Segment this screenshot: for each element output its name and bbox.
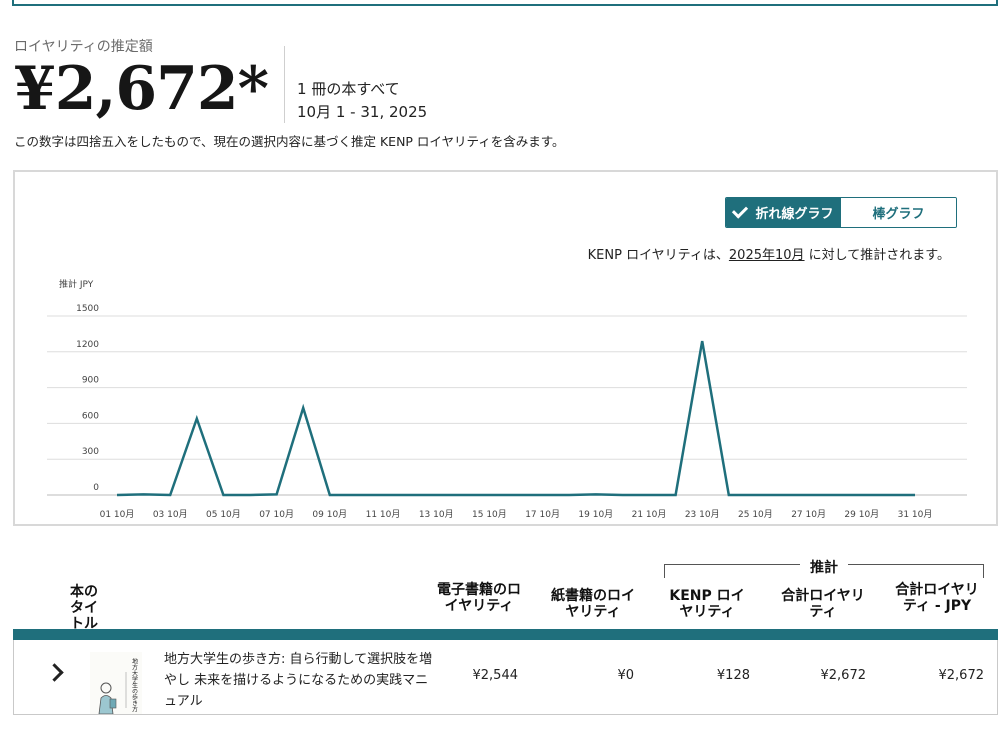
x-tick-label: 09 10月 <box>312 509 347 520</box>
x-tick-label: 07 10月 <box>259 509 294 520</box>
x-tick-label: 21 10月 <box>632 509 667 520</box>
bar-chart-label: 棒グラフ <box>872 207 925 222</box>
total-royalty-value: ¥2,672 <box>820 668 867 683</box>
x-tick-label: 11 10月 <box>366 509 401 520</box>
x-tick-label: 29 10月 <box>844 509 879 520</box>
y-tick-label: 300 <box>82 447 99 457</box>
x-tick-label: 15 10月 <box>472 509 507 520</box>
kenp-estimate-note: KENP ロイヤリティは、2025年10月 に対して推計されます。 <box>588 244 950 263</box>
col-header-title[interactable]: 本のタイトル <box>66 584 102 632</box>
total-royalty-jpy-value: ¥2,672 <box>938 668 985 683</box>
x-tick-label: 17 10月 <box>525 509 560 520</box>
x-tick-label: 03 10月 <box>153 509 188 520</box>
table-row[interactable]: 地方大学生の歩き方 地方大学生の歩き方: 自ら行動して選択肢を増やし 未来を描け… <box>13 640 998 715</box>
col-header-kenp[interactable]: KENP ロイヤリティ <box>664 588 750 620</box>
chevron-right-icon[interactable] <box>45 663 64 682</box>
y-tick-label: 0 <box>93 483 99 493</box>
chart-card: 推計 JPY 0 300 600 900 1200 1500 01 10月 03 10月 05 1… <box>13 170 998 526</box>
bar-chart-button[interactable]: 棒グラフ <box>841 198 956 227</box>
kenp-month-link[interactable]: 2025年10月 <box>729 248 805 263</box>
y-axis-label: 推計 JPY <box>59 278 94 290</box>
paper-royalty-value: ¥0 <box>617 668 634 683</box>
chart-type-toggle: 折れ線グラフ 棒グラフ <box>725 197 957 228</box>
col-header-total-jpy[interactable]: 合計ロイヤリティ - JPY <box>894 582 980 614</box>
table-header-bar <box>13 629 998 640</box>
col-header-paper[interactable]: 紙書籍のロイヤリティ <box>550 588 636 620</box>
col-header-total[interactable]: 合計ロイヤリティ <box>780 588 866 620</box>
ebook-royalty-value: ¥2,544 <box>472 668 519 683</box>
kenp-note-suffix: に対して推計されます。 <box>804 248 950 263</box>
col-header-ebook[interactable]: 電子書籍のロイヤリティ <box>436 582 522 614</box>
x-tick-label: 13 10月 <box>419 509 454 520</box>
line-chart-button[interactable]: 折れ線グラフ <box>726 198 841 227</box>
y-tick-label: 1500 <box>76 304 99 314</box>
summary-divider <box>284 46 286 123</box>
top-panel-frame <box>12 0 998 6</box>
summary-scope: 1 冊の本すべて 10月 1 - 31, 2025 <box>297 78 427 124</box>
y-tick-label: 900 <box>82 376 99 386</box>
x-tick-label: 01 10月 <box>100 509 135 520</box>
series-line <box>116 340 915 497</box>
royalty-amount-row: ¥2,672* 1 冊の本すべて 10月 1 - 31, 2025 <box>14 46 427 126</box>
x-tick-label: 23 10月 <box>685 509 720 520</box>
book-count: 1 冊の本すべて <box>297 80 400 98</box>
x-tick-label: 31 10月 <box>898 509 933 520</box>
x-tick-label: 25 10月 <box>738 509 773 520</box>
date-range: 10月 1 - 31, 2025 <box>297 103 428 121</box>
kenp-royalty-value: ¥128 <box>716 668 750 683</box>
y-tick-label: 1200 <box>76 340 99 350</box>
book-cover-illustration-icon: 地方大学生の歩き方 <box>90 652 142 714</box>
x-tick-label: 05 10月 <box>206 509 241 520</box>
rounding-note: この数字は四捨五入をしたもので、現在の選択内容に基づく推定 KENP ロイヤリテ… <box>14 134 565 149</box>
book-cover: 地方大学生の歩き方 <box>90 652 142 714</box>
book-title-link[interactable]: 地方大学生の歩き方: 自ら行動して選択肢を増やし 未来を描けるようになるための実… <box>164 649 434 712</box>
x-tick-label: 27 10月 <box>791 509 826 520</box>
line-chart-label: 折れ線グラフ <box>755 207 834 222</box>
y-tick-label: 600 <box>82 411 99 421</box>
x-tick-label: 19 10月 <box>578 509 613 520</box>
kenp-note-prefix: KENP ロイヤリティは、 <box>587 248 729 263</box>
check-icon <box>732 202 749 219</box>
estimate-group-label: 推計 <box>800 557 848 577</box>
cover-title-text: 地方大学生の歩き方 <box>131 657 138 713</box>
royalty-amount: ¥2,672* <box>14 54 269 124</box>
